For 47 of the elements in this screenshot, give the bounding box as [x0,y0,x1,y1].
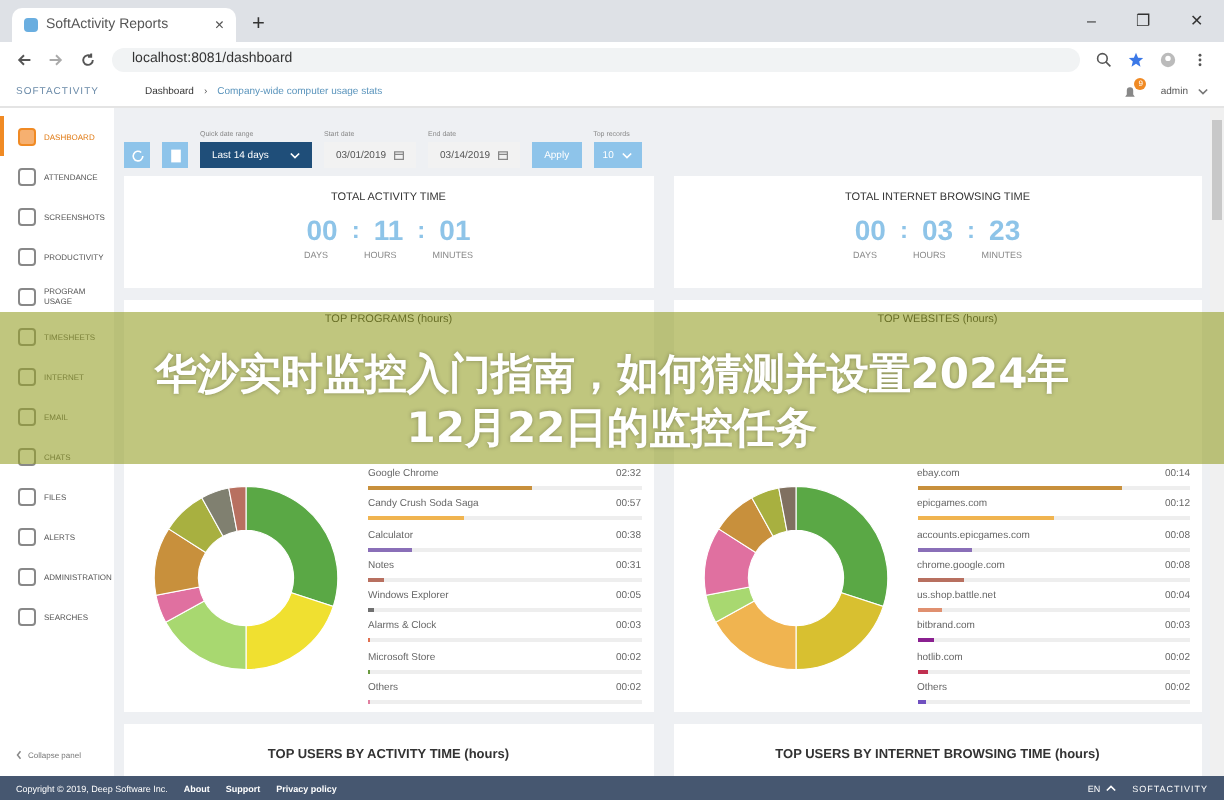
window-control-button[interactable]: – [1087,12,1096,30]
time-separator: : [967,216,976,244]
banner-title: 12月22日的监控任务 [406,402,818,456]
reload-icon[interactable] [80,52,96,68]
sidebar-icon [18,327,36,345]
sidebar-icon [18,207,36,225]
time-separator: : [351,216,360,244]
sidebar-icon [18,127,36,145]
hours-value: 03 [921,214,954,246]
sidebar-icon [18,247,36,265]
sidebar-icon [18,287,36,305]
sidebar-icon [18,167,36,185]
minutes-value: 23 [989,214,1021,246]
sidebar-icon [18,487,36,505]
forward-arrow-icon[interactable] [48,52,64,68]
app-favicon-icon [24,18,38,32]
caret-icon[interactable] [1198,88,1208,96]
days-value: 00 [854,214,886,246]
calendar-icon [394,150,405,160]
banner-title: 华沙实时监控入门指南，如何猜测并设置2024年 [154,348,1070,402]
sidebar-icon [18,367,36,385]
minutes-value: 01 [439,214,471,246]
sidebar-icon [18,567,36,585]
days-value: 00 [306,214,338,246]
document-icon [167,147,183,163]
time-separator: : [899,216,908,244]
window-control-button[interactable]: ❐ [1136,12,1150,30]
scrollbar-thumb[interactable] [1212,120,1222,220]
zoom-icon[interactable] [1096,52,1112,68]
sidebar-icon [18,447,36,465]
hours-value: 11 [373,214,404,246]
caret-icon [621,151,632,159]
refresh-icon [129,147,145,163]
window-control-button[interactable]: ✕ [1190,12,1204,30]
caret-icon [290,151,300,159]
tab-close-button[interactable]: × [214,16,224,34]
back-arrow-icon[interactable] [16,52,32,68]
sidebar-icon [18,607,36,625]
chevron-left-icon[interactable] [16,750,22,760]
bell-icon[interactable] [1122,84,1139,100]
calendar-icon [498,150,509,160]
time-separator: : [417,216,426,244]
new-tab-button[interactable]: + [252,12,265,36]
star-icon[interactable] [1128,52,1144,68]
sidebar-icon [18,527,36,545]
caret-up-icon[interactable] [1106,784,1117,792]
sidebar-icon [18,407,36,425]
